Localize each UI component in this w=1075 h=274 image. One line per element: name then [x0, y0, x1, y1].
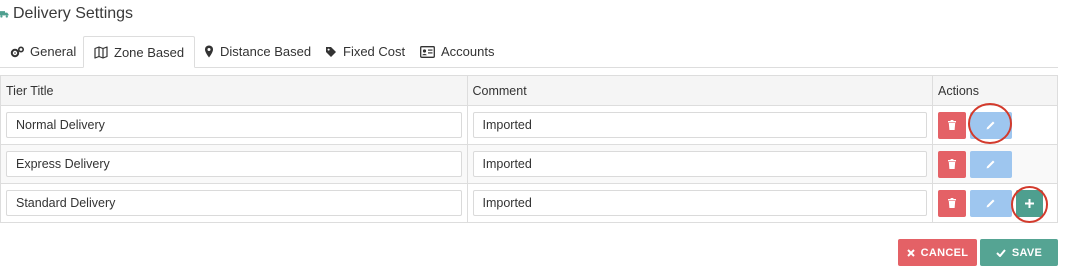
edit-button[interactable] — [970, 189, 1012, 217]
id-card-icon — [420, 45, 435, 58]
column-header-actions: Actions — [932, 75, 1058, 106]
cancel-label: CANCEL — [920, 246, 969, 259]
tab-accounts[interactable]: Accounts — [410, 36, 504, 67]
close-icon — [906, 248, 915, 257]
comment-input[interactable]: Imported — [472, 151, 927, 177]
tier-title-input[interactable]: Standard Delivery — [6, 190, 462, 216]
table-header-row: Tier Title Comment Actions — [0, 75, 1058, 106]
edit-button[interactable] — [968, 102, 1012, 144]
tier-title-input[interactable]: Express Delivery — [6, 151, 462, 177]
table-row: Standard Delivery Imported — [0, 183, 1058, 223]
tab-general[interactable]: General — [0, 36, 86, 67]
trash-icon — [948, 198, 956, 208]
gears-icon — [10, 46, 24, 57]
comment-input[interactable]: Imported — [472, 190, 927, 216]
settings-tabs: General Zone Based Distance Based Fixed … — [0, 36, 1058, 68]
tab-label: Fixed Cost — [343, 44, 406, 59]
delete-button[interactable] — [938, 111, 966, 139]
check-icon — [996, 248, 1006, 257]
comment-input[interactable]: Imported — [472, 112, 927, 138]
page-header: Delivery Settings — [0, 3, 133, 25]
page-title: Delivery Settings — [13, 5, 134, 22]
pencil-icon — [986, 121, 995, 130]
tiers-table: Tier Title Comment Actions Normal Delive… — [0, 75, 1058, 223]
save-button[interactable]: SAVE — [980, 239, 1058, 266]
tier-title-input[interactable]: Normal Delivery — [6, 112, 462, 138]
tab-fixed-cost[interactable]: Fixed Cost — [315, 36, 415, 67]
trash-icon — [948, 120, 956, 130]
row-actions — [938, 185, 1052, 223]
plus-icon — [1025, 198, 1034, 208]
table-row: Express Delivery Imported — [0, 144, 1058, 184]
edit-button[interactable] — [970, 150, 1012, 178]
table-row: Normal Delivery Imported — [0, 102, 1058, 145]
tab-label: General — [30, 44, 77, 59]
column-header-tier-title: Tier Title — [0, 75, 468, 106]
map-marker-icon — [205, 45, 213, 58]
row-actions — [938, 150, 1052, 178]
tag-icon — [326, 46, 336, 57]
tab-label: Zone Based — [114, 44, 185, 60]
tab-zone-based[interactable]: Zone Based — [83, 36, 196, 68]
pencil-icon — [986, 160, 995, 169]
add-tier-button[interactable] — [1011, 185, 1048, 223]
tab-label: Accounts — [441, 44, 495, 59]
row-actions — [938, 102, 1052, 144]
column-header-comment: Comment — [466, 75, 933, 106]
save-label: SAVE — [1011, 246, 1043, 259]
pencil-icon — [986, 199, 995, 208]
delete-button[interactable] — [938, 189, 966, 217]
tab-distance-based[interactable]: Distance Based — [194, 36, 321, 67]
delete-button[interactable] — [938, 150, 966, 178]
cancel-button[interactable]: CANCEL — [898, 239, 977, 266]
trash-icon — [948, 159, 956, 169]
truck-icon — [0, 7, 10, 21]
map-icon — [94, 45, 108, 59]
tab-label: Distance Based — [220, 44, 312, 59]
